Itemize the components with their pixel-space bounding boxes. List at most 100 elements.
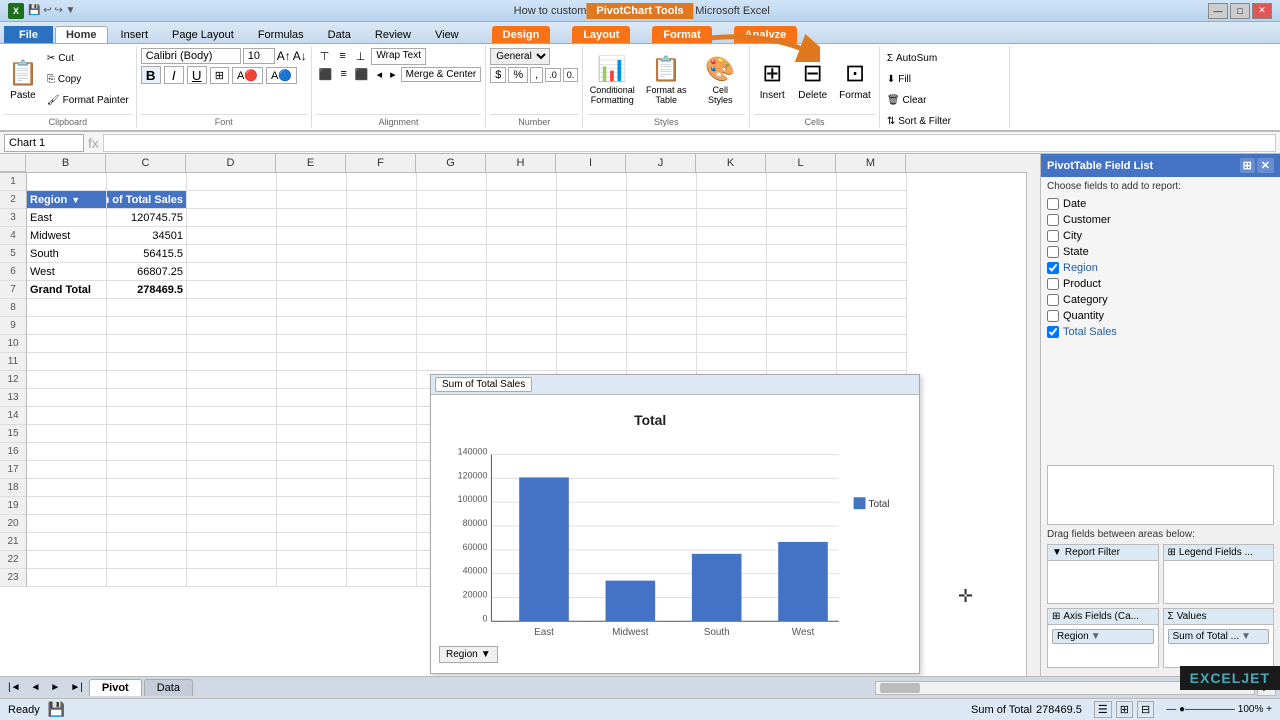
cell-h10[interactable] [487,335,557,353]
cell-l10[interactable] [767,335,837,353]
underline-button[interactable]: U [187,66,207,84]
row-num-20[interactable]: 20 [0,515,26,533]
cell-m9[interactable] [837,317,907,335]
bar-east[interactable] [519,477,569,621]
row-num-23[interactable]: 23 [0,569,26,587]
cell-h7[interactable] [487,281,557,299]
cell-i11[interactable] [557,353,627,371]
cell-k7[interactable] [697,281,767,299]
cell-e22[interactable] [277,551,347,569]
cell-e13[interactable] [277,389,347,407]
cell-g10[interactable] [417,335,487,353]
cell-j2[interactable] [627,191,697,209]
cell-f18[interactable] [347,479,417,497]
cell-e4[interactable] [277,227,347,245]
col-header-d[interactable]: D [186,154,276,172]
cell-h6[interactable] [487,263,557,281]
cell-e14[interactable] [277,407,347,425]
field-date[interactable]: Date [1047,196,1274,212]
row-num-10[interactable]: 10 [0,335,26,353]
row-num-11[interactable]: 11 [0,353,26,371]
cell-e2[interactable] [277,191,347,209]
cell-b19[interactable] [27,497,107,515]
cell-f11[interactable] [347,353,417,371]
row-num-1[interactable]: 1 [0,173,26,191]
sheet-tab-pivot[interactable]: Pivot [89,679,142,696]
minimize-button[interactable]: — [1208,3,1228,19]
cell-f1[interactable] [347,173,417,191]
field-state[interactable]: State [1047,244,1274,260]
col-header-g[interactable]: G [416,154,486,172]
cell-m2[interactable] [837,191,907,209]
cell-m1[interactable] [837,173,907,191]
tab-layout[interactable]: Layout [572,26,630,43]
cell-e9[interactable] [277,317,347,335]
cell-c8[interactable] [107,299,187,317]
merge-center-button[interactable]: Merge & Center [401,67,482,82]
cell-e7[interactable] [277,281,347,299]
cell-h11[interactable] [487,353,557,371]
cell-d19[interactable] [187,497,277,515]
col-header-c[interactable]: C [106,154,186,172]
row-num-15[interactable]: 15 [0,425,26,443]
cell-h3[interactable] [487,209,557,227]
cell-d23[interactable] [187,569,277,587]
axis-fields-content[interactable]: Region ▼ [1048,625,1158,648]
cell-c10[interactable] [107,335,187,353]
field-city[interactable]: City [1047,228,1274,244]
fill-color-icon[interactable]: A🔴 [232,67,263,84]
wrap-text-button[interactable]: Wrap Text [371,48,426,65]
cell-f22[interactable] [347,551,417,569]
row-num-7[interactable]: 7 [0,281,26,299]
cell-c11[interactable] [107,353,187,371]
cell-f20[interactable] [347,515,417,533]
cell-j7[interactable] [627,281,697,299]
border-icon[interactable]: ⊞ [210,67,229,84]
cell-e3[interactable] [277,209,347,227]
row-num-8[interactable]: 8 [0,299,26,317]
cell-k9[interactable] [697,317,767,335]
cell-f15[interactable] [347,425,417,443]
cell-l8[interactable] [767,299,837,317]
cell-g2[interactable] [417,191,487,209]
cell-l2[interactable] [767,191,837,209]
cell-b10[interactable] [27,335,107,353]
bar-south[interactable] [692,554,742,621]
row-num-18[interactable]: 18 [0,479,26,497]
cell-d16[interactable] [187,443,277,461]
cell-b2[interactable]: Region ▼ [27,191,107,209]
cell-h2[interactable] [487,191,557,209]
field-product-checkbox[interactable] [1047,278,1059,290]
cell-l7[interactable] [767,281,837,299]
cell-d12[interactable] [187,371,277,389]
bold-button[interactable]: B [141,66,161,84]
comma-button[interactable]: , [530,67,543,83]
cell-j10[interactable] [627,335,697,353]
paste-button[interactable]: 📋 Paste [4,48,42,112]
cell-b22[interactable] [27,551,107,569]
col-header-k[interactable]: K [696,154,766,172]
scroll-thumb[interactable] [880,683,920,693]
cell-b9[interactable] [27,317,107,335]
sheet-nav-prev[interactable]: ◄ [27,681,45,694]
cell-i6[interactable] [557,263,627,281]
cell-d10[interactable] [187,335,277,353]
row-num-3[interactable]: 3 [0,209,26,227]
cell-b17[interactable] [27,461,107,479]
align-top-icon[interactable]: ⊤ [316,48,334,65]
cell-m10[interactable] [837,335,907,353]
row-num-6[interactable]: 6 [0,263,26,281]
cell-b23[interactable] [27,569,107,587]
fill-button[interactable]: ⬇ Fill [884,69,984,89]
cell-c3[interactable]: 120745.75 [107,209,187,227]
values-content[interactable]: Sum of Total ... ▼ [1164,625,1274,648]
cell-g6[interactable] [417,263,487,281]
font-shrink-icon[interactable]: A↓ [293,49,307,63]
cell-j1[interactable] [627,173,697,191]
font-size-input[interactable] [243,48,275,64]
tab-insert[interactable]: Insert [110,26,160,43]
cell-h5[interactable] [487,245,557,263]
format-painter-button[interactable]: 🖌 Format Painter [44,90,132,110]
cell-m3[interactable] [837,209,907,227]
row-num-5[interactable]: 5 [0,245,26,263]
